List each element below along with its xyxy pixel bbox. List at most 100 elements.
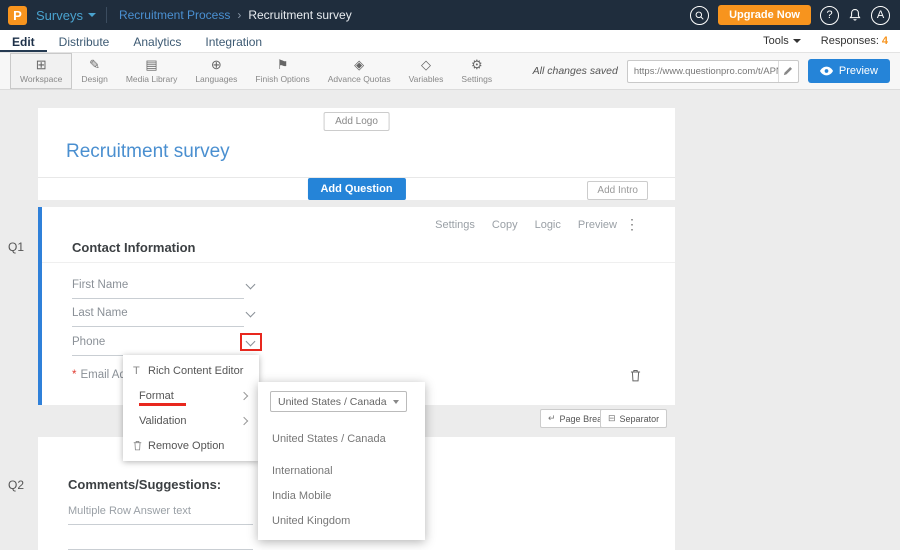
- notifications-bell-icon[interactable]: [848, 8, 862, 22]
- tools-label: Tools: [763, 35, 789, 47]
- tab-distribute[interactable]: Distribute: [47, 30, 122, 52]
- question-logic-link[interactable]: Logic: [535, 219, 561, 231]
- divider: [106, 7, 107, 23]
- separator-label: Separator: [620, 414, 660, 424]
- phone-format-panel: United States / Canada United States / C…: [258, 382, 425, 540]
- add-intro-button[interactable]: Add Intro: [587, 181, 648, 200]
- question-settings-link[interactable]: Settings: [435, 219, 475, 231]
- avatar[interactable]: A: [871, 6, 890, 25]
- top-navigation-bar: P Surveys Recruitment Process › Recruitm…: [0, 0, 900, 30]
- format-option-international[interactable]: International: [258, 460, 425, 482]
- preview-button-label: Preview: [839, 65, 878, 77]
- format-selected-value: United States / Canada: [278, 396, 387, 408]
- page-break-icon: ↵: [548, 413, 556, 424]
- toolbar-item-label: Finish Options: [255, 74, 309, 84]
- contact-field-phone[interactable]: Phone: [72, 336, 244, 356]
- toolbar-item-label: Variables: [409, 74, 444, 84]
- format-option-united-kingdom[interactable]: United Kingdom: [258, 510, 425, 532]
- responses-count: 4: [882, 35, 888, 47]
- tab-edit[interactable]: Edit: [0, 30, 47, 52]
- context-menu-item-label: Rich Content Editor: [148, 365, 243, 377]
- multirow-answer-line[interactable]: [68, 538, 253, 550]
- survey-header-card: Add Logo Recruitment survey Add Question…: [38, 108, 675, 200]
- separator-icon: ⊟: [608, 413, 616, 424]
- questionpro-logo[interactable]: P: [8, 6, 27, 25]
- tab-integration[interactable]: Integration: [193, 30, 274, 52]
- context-menu-item-remove-option[interactable]: Remove Option: [123, 433, 259, 458]
- annotation-red-underline: [139, 403, 186, 406]
- delete-question-trash-icon[interactable]: [630, 369, 641, 387]
- tools-menu[interactable]: Tools: [763, 35, 801, 47]
- context-menu-item-label: Format: [139, 390, 174, 402]
- responses-indicator[interactable]: Responses:4: [821, 35, 888, 47]
- survey-url-input[interactable]: https://www.questionpro.com/t/APNrFZ: [627, 60, 799, 83]
- add-logo-button[interactable]: Add Logo: [323, 112, 390, 131]
- eye-icon: [820, 66, 833, 76]
- toolbar-item-advance-quotas[interactable]: ◈ Advance Quotas: [319, 53, 400, 89]
- toolbar-right-cluster: All changes saved https://www.questionpr…: [533, 53, 900, 89]
- responses-label: Responses:: [821, 35, 879, 47]
- advance-quotas-icon: ◈: [354, 58, 364, 71]
- context-menu-item-validation[interactable]: Validation: [123, 408, 259, 433]
- annotation-red-box: [240, 333, 262, 351]
- context-menu-item-rich-content-editor[interactable]: T Rich Content Editor: [123, 358, 259, 383]
- question-number-q2: Q2: [8, 478, 24, 492]
- toolbar-item-workspace[interactable]: ⊞ Workspace: [10, 53, 72, 89]
- media-library-icon: ▤: [145, 58, 157, 71]
- submenu-chevron-right-icon: [240, 417, 248, 425]
- separator-button[interactable]: ⊟ Separator: [600, 409, 667, 428]
- multirow-answer-placeholder[interactable]: Multiple Row Answer text: [68, 505, 253, 525]
- chevron-down-icon: [88, 13, 96, 17]
- help-icon[interactable]: ?: [820, 6, 839, 25]
- question-preview-link[interactable]: Preview: [578, 219, 617, 231]
- field-options-chevron-icon[interactable]: [246, 280, 256, 290]
- context-menu-item-format[interactable]: Format: [123, 383, 259, 408]
- contact-field-last-name[interactable]: Last Name: [72, 307, 244, 327]
- section-tab-bar: Edit Distribute Analytics Integration To…: [0, 30, 900, 53]
- toolbar-item-settings[interactable]: ⚙ Settings: [452, 53, 501, 89]
- survey-title[interactable]: Recruitment survey: [66, 141, 230, 163]
- format-select-dropdown[interactable]: United States / Canada: [270, 391, 407, 412]
- breadcrumb-current: Recruitment survey: [248, 8, 351, 22]
- workspace-icon: ⊞: [36, 58, 47, 71]
- question-heading[interactable]: Contact Information: [72, 240, 196, 255]
- save-status-text: All changes saved: [533, 65, 618, 77]
- add-question-button[interactable]: Add Question: [307, 178, 405, 200]
- surveys-menu-label: Surveys: [36, 8, 83, 23]
- question-copy-link[interactable]: Copy: [492, 219, 518, 231]
- more-options-icon[interactable]: ⋮: [625, 216, 639, 233]
- breadcrumb: Recruitment Process › Recruitment survey: [119, 8, 352, 22]
- question-heading[interactable]: Comments/Suggestions:: [68, 477, 221, 492]
- finish-options-icon: ⚑: [277, 58, 289, 71]
- field-options-context-menu: T Rich Content Editor Format Validation …: [123, 355, 259, 461]
- survey-editor-screen: P Surveys Recruitment Process › Recruitm…: [0, 0, 900, 550]
- format-option-india-mobile[interactable]: India Mobile: [258, 485, 425, 507]
- tab-analytics[interactable]: Analytics: [121, 30, 193, 52]
- nav-right-cluster: Tools Responses:4: [763, 30, 900, 52]
- search-icon[interactable]: [690, 6, 709, 25]
- toolbar-item-media-library[interactable]: ▤ Media Library: [117, 53, 187, 89]
- preview-button[interactable]: Preview: [808, 59, 890, 83]
- contact-field-first-name[interactable]: First Name: [72, 279, 244, 299]
- chevron-down-icon: [393, 400, 399, 404]
- field-options-chevron-icon[interactable]: [246, 308, 256, 318]
- upgrade-now-button[interactable]: Upgrade Now: [718, 5, 811, 25]
- breadcrumb-recruitment-process[interactable]: Recruitment Process: [119, 8, 230, 22]
- toolbar-item-finish-options[interactable]: ⚑ Finish Options: [246, 53, 318, 89]
- settings-gear-icon: ⚙: [471, 58, 483, 71]
- edit-url-pencil-icon[interactable]: [778, 61, 798, 82]
- toolbar-item-variables[interactable]: ◇ Variables: [400, 53, 453, 89]
- submenu-chevron-right-icon: [240, 392, 248, 400]
- required-asterisk: *: [72, 369, 76, 381]
- trash-icon: [133, 440, 148, 451]
- question-number-q1: Q1: [8, 240, 24, 254]
- question-action-links: Settings Copy Logic Preview: [435, 219, 617, 231]
- design-icon: ✎: [89, 58, 100, 71]
- format-option-us-canada[interactable]: United States / Canada: [258, 428, 425, 450]
- languages-icon: ⊕: [211, 58, 222, 71]
- context-menu-item-label: Remove Option: [148, 440, 224, 452]
- toolbar-item-label: Settings: [461, 74, 492, 84]
- surveys-menu[interactable]: Surveys: [36, 8, 96, 23]
- toolbar-item-languages[interactable]: ⊕ Languages: [186, 53, 246, 89]
- toolbar-item-design[interactable]: ✎ Design: [72, 53, 116, 89]
